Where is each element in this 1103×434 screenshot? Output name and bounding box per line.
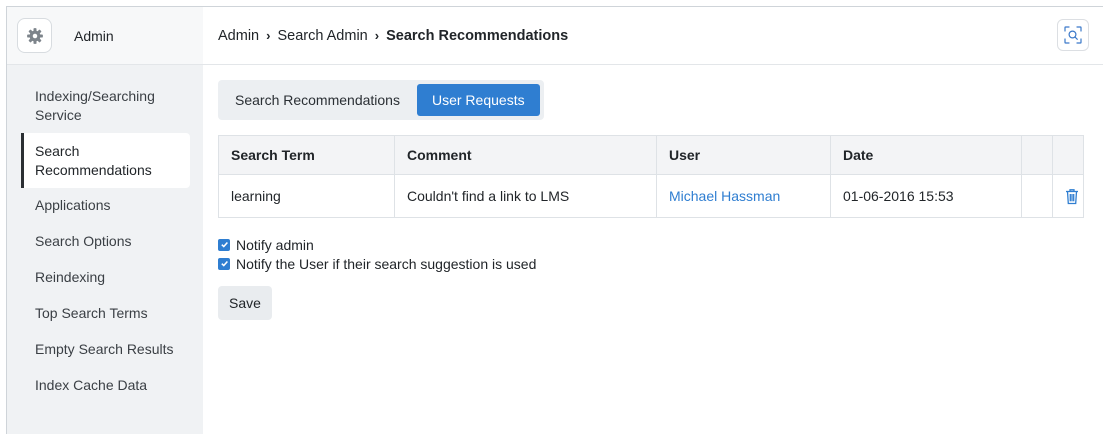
sidebar-item-top-search-terms[interactable]: Top Search Terms — [21, 296, 190, 332]
checkmark-icon — [220, 242, 228, 248]
column-header-actions — [1052, 135, 1084, 175]
breadcrumb-admin[interactable]: Admin — [218, 28, 259, 44]
tab-search-recommendations[interactable]: Search Recommendations — [218, 84, 417, 116]
notify-user-option[interactable]: Notify the User if their search suggesti… — [218, 254, 1103, 273]
sidebar-item-index-cache-data[interactable]: Index Cache Data — [21, 368, 190, 404]
column-header-user: User — [656, 135, 831, 175]
column-header-date: Date — [830, 135, 1022, 175]
sidebar-item-indexing-searching-service[interactable]: Indexing/Searching Service — [21, 78, 190, 133]
tab-user-requests[interactable]: User Requests — [416, 84, 540, 116]
cell-actions — [1052, 174, 1084, 218]
tab-bar: Search Recommendations User Requests — [218, 80, 544, 120]
save-button[interactable]: Save — [218, 286, 272, 320]
sidebar-header: Admin — [7, 7, 203, 65]
main-panel: Admin › Search Admin › Search Recommenda… — [203, 7, 1103, 434]
sidebar-item-empty-search-results[interactable]: Empty Search Results — [21, 332, 190, 368]
table-row: learning Couldn't find a link to LMS Mic… — [218, 174, 1084, 218]
breadcrumb-current: Search Recommendations — [386, 27, 569, 44]
gear-icon[interactable] — [17, 18, 52, 53]
sidebar-item-search-recommendations[interactable]: Search Recommendations — [21, 133, 190, 188]
table-header-row: Search Term Comment User Date — [218, 135, 1084, 175]
checkmark-icon — [220, 261, 228, 267]
cell-date: 01-06-2016 15:53 — [830, 174, 1022, 218]
sidebar-item-search-options[interactable]: Search Options — [21, 224, 190, 260]
breadcrumb-separator: › — [374, 28, 380, 43]
trash-icon[interactable] — [1065, 188, 1079, 205]
search-button[interactable] — [1057, 19, 1089, 51]
cell-user-link[interactable]: Michael Hassman — [656, 174, 831, 218]
column-header-search-term: Search Term — [218, 135, 395, 175]
sidebar-item-applications[interactable]: Applications — [21, 188, 190, 224]
breadcrumb-search-admin[interactable]: Search Admin — [277, 28, 367, 44]
user-requests-table: Search Term Comment User Date learning C… — [218, 135, 1084, 218]
column-header-empty — [1021, 135, 1053, 175]
search-icon — [1064, 26, 1082, 44]
app-window: Admin Indexing/Searching Service Search … — [6, 6, 1103, 434]
cell-search-term: learning — [218, 174, 395, 218]
notify-admin-option[interactable]: Notify admin — [218, 235, 1103, 254]
notify-admin-label: Notify admin — [236, 236, 314, 253]
cell-comment: Couldn't find a link to LMS — [394, 174, 657, 218]
notify-user-label: Notify the User if their search suggesti… — [236, 255, 537, 272]
top-bar: Admin › Search Admin › Search Recommenda… — [203, 7, 1103, 65]
breadcrumb: Admin › Search Admin › Search Recommenda… — [218, 28, 568, 44]
app-title: Admin — [74, 27, 114, 44]
sidebar: Admin Indexing/Searching Service Search … — [7, 7, 203, 434]
cell-empty — [1021, 174, 1053, 218]
column-header-comment: Comment — [394, 135, 657, 175]
sidebar-item-reindexing[interactable]: Reindexing — [21, 260, 190, 296]
breadcrumb-separator: › — [266, 28, 271, 43]
content-area: Search Recommendations User Requests Sea… — [203, 65, 1103, 320]
notification-options: Notify admin Notify the User if their se… — [218, 235, 1103, 273]
sidebar-nav: Indexing/Searching Service Search Recomm… — [7, 65, 203, 404]
notify-user-checkbox[interactable] — [218, 257, 230, 270]
notify-admin-checkbox[interactable] — [218, 238, 230, 251]
